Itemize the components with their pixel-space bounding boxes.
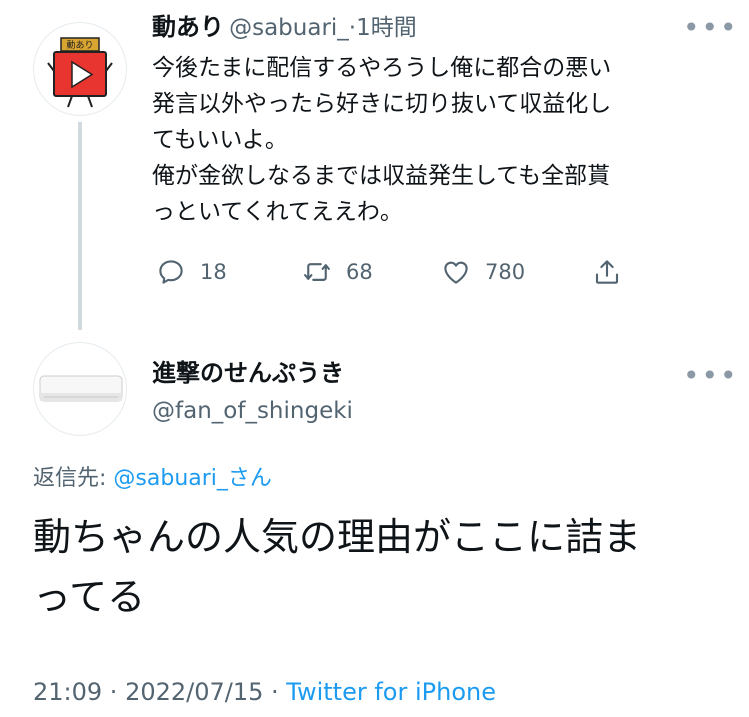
avatar[interactable]: 動あり (33, 22, 127, 116)
like-count: 780 (485, 260, 526, 284)
like-button[interactable]: 780 (441, 257, 525, 287)
avatar[interactable] (33, 342, 127, 436)
reply-button[interactable]: 18 (156, 257, 227, 287)
thread-line (78, 122, 82, 330)
tweet-meta: 21:09 · 2022/07/15 · Twitter for iPhone (33, 678, 496, 706)
reply-mention[interactable]: @sabuari_さん (113, 466, 272, 491)
reply-count: 18 (200, 260, 227, 284)
channel-logo: 動あり (47, 37, 113, 108)
more-icon[interactable]: ••• (683, 362, 739, 390)
share-button[interactable] (592, 257, 622, 287)
tweet-date: 2022/07/15 (125, 678, 264, 706)
retweet-button[interactable]: 68 (302, 257, 373, 287)
retweet-icon (304, 263, 330, 281)
tweet-text: 動ちゃんの人気の理由がここに詰ま ってる (33, 515, 642, 619)
timestamp[interactable]: 1時間 (356, 15, 417, 41)
air-conditioner-image (39, 375, 123, 402)
tweet-header: 動あり @sabuari_·1時間 (152, 12, 417, 43)
more-icon[interactable]: ••• (683, 14, 739, 42)
reply-icon (159, 260, 183, 284)
tweet-text: 今後たまに配信するやろうし俺に都合の悪い 発言以外やったら好きに切り抜いて収益化… (152, 55, 612, 225)
heart-icon (444, 261, 468, 284)
reply-prefix: 返信先: (33, 466, 114, 491)
share-icon (595, 260, 619, 284)
logo-lettering: 動あり (66, 40, 93, 51)
display-name[interactable]: 動あり (152, 13, 224, 41)
separator: · (263, 678, 287, 706)
reply-context: 返信先: @sabuari_さん (33, 460, 272, 492)
display-name[interactable]: 進撃のせんぷうき (152, 358, 344, 388)
tweet-time: 21:09 (33, 678, 103, 706)
handle[interactable]: @sabuari_ (229, 15, 349, 41)
separator: · (102, 678, 126, 706)
separator: · (348, 15, 357, 41)
handle[interactable]: @fan_of_shingeki (152, 396, 353, 426)
source-link[interactable]: Twitter for iPhone (286, 678, 496, 706)
retweet-count: 68 (346, 260, 373, 284)
